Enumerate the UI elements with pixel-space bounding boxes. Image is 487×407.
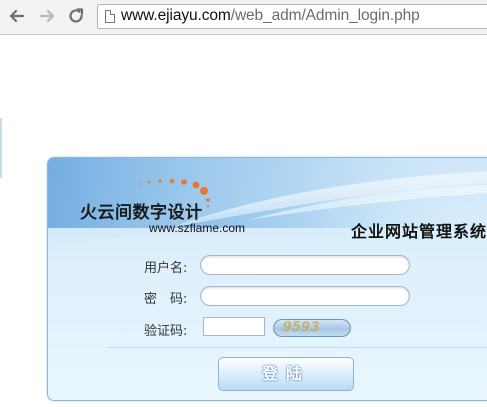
address-bar[interactable]: www.ejiayu.com/web_adm/Admin_login.php bbox=[97, 4, 487, 29]
arrow-right-icon bbox=[39, 9, 55, 23]
brand-name: 火云间数字设计 bbox=[80, 203, 203, 223]
password-input[interactable] bbox=[200, 286, 410, 306]
captcha-input[interactable] bbox=[203, 317, 265, 336]
username-input[interactable] bbox=[200, 255, 410, 275]
url-text: www.ejiayu.com/web_adm/Admin_login.php bbox=[121, 7, 420, 25]
password-label: 密 码: bbox=[144, 292, 188, 307]
page-icon bbox=[105, 10, 115, 23]
captcha-label: 验证码: bbox=[144, 324, 188, 339]
brand-url: www.szflame.com bbox=[149, 221, 246, 235]
page-edge bbox=[0, 118, 2, 178]
login-panel: 火云间数字设计 www.szflame.com 企业网站管理系统 用户名: 密 … bbox=[47, 157, 487, 401]
forward-button[interactable] bbox=[37, 7, 57, 27]
url-path: /web_adm/Admin_login.php bbox=[230, 7, 420, 24]
reload-icon bbox=[69, 8, 84, 23]
back-button[interactable] bbox=[7, 7, 27, 27]
system-title: 企业网站管理系统 bbox=[351, 222, 487, 241]
captcha-code: 9593 bbox=[283, 320, 321, 335]
login-button[interactable]: 登陆 bbox=[218, 357, 354, 391]
captcha-image[interactable]: 9593 bbox=[273, 319, 351, 337]
divider bbox=[108, 347, 487, 348]
reload-button[interactable] bbox=[66, 7, 86, 27]
url-host: www.ejiayu.com bbox=[121, 7, 231, 24]
username-label: 用户名: bbox=[144, 261, 188, 276]
browser-toolbar: www.ejiayu.com/web_adm/Admin_login.php bbox=[0, 0, 487, 35]
arrow-left-icon bbox=[9, 9, 25, 23]
